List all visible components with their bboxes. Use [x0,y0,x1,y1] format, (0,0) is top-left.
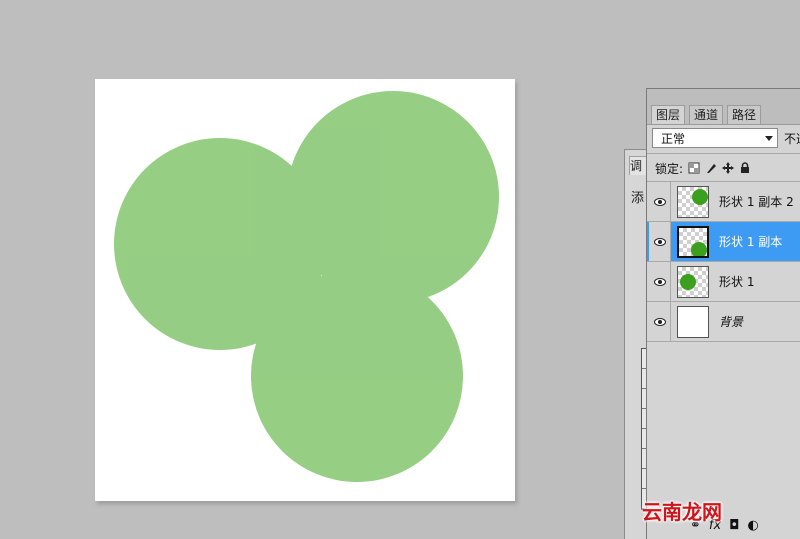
lock-icon[interactable] [739,162,751,174]
layer-row-background[interactable]: 背景 [647,302,800,342]
eye-icon[interactable] [649,222,671,261]
layer-thumbnail [677,306,709,338]
tab-layers[interactable]: 图层 [651,105,686,124]
eye-icon[interactable] [649,182,671,221]
blend-mode-select[interactable]: 正常 [652,128,778,148]
lock-row: 锁定: [655,159,751,177]
layer-thumbnail [677,226,709,258]
layers-panel: 图层 通道 路径 正常 不透 锁定: 形状 1 副本 2 形状 1 副本 形状 … [646,88,800,539]
eye-icon[interactable] [649,302,671,341]
adjustments-add-text: 添 [631,191,645,206]
layer-row-selected[interactable]: 形状 1 副本 [647,222,800,262]
circle-shape-2[interactable] [287,91,499,303]
layer-name: 形状 1 副本 2 [719,195,794,209]
layer-name: 形状 1 [719,275,755,289]
chevron-down-icon [765,136,773,141]
lock-label: 锁定: [655,161,684,176]
mask-icon[interactable]: ◘ [729,518,739,533]
adjustment-icon[interactable]: ◐ [747,518,758,533]
lock-transparent-icon[interactable] [688,162,700,174]
watermark: 云南龙网 [642,500,722,524]
layers-tabbar: 图层 通道 路径 [647,89,800,125]
layer-thumbnail [677,186,709,218]
layer-thumbnail [677,266,709,298]
divider [647,153,800,154]
move-icon[interactable] [722,162,735,174]
layer-row[interactable]: 形状 1 副本 2 [647,182,800,222]
circle-shape-3[interactable] [251,270,463,482]
layer-name: 形状 1 副本 [719,235,783,249]
tab-channels[interactable]: 通道 [689,105,724,124]
tab-paths[interactable]: 路径 [727,105,762,124]
brush-icon[interactable] [705,162,717,174]
layer-name: 背景 [719,315,744,329]
canvas-shapes [114,91,499,482]
document-canvas[interactable] [95,79,515,501]
layer-row[interactable]: 形状 1 [647,262,800,302]
opacity-label: 不透 [784,132,800,146]
blend-mode-value: 正常 [661,132,686,146]
eye-icon[interactable] [649,262,671,301]
